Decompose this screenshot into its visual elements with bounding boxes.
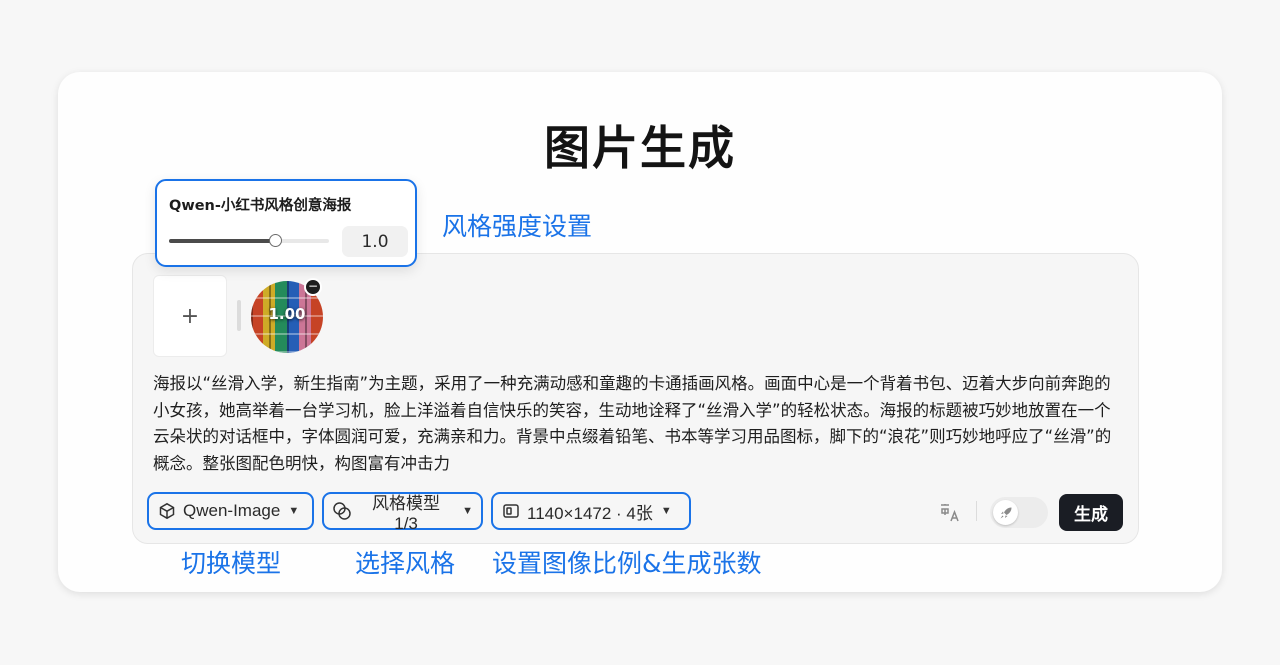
slider-handle[interactable]: [268, 234, 282, 247]
remove-image-button[interactable]: −: [304, 278, 322, 296]
overlap-circles-icon: [332, 501, 352, 521]
aspect-ratio-icon: [501, 501, 521, 521]
annotation-size: 设置图像比例&生成张数: [492, 549, 762, 578]
page-title: 图片生成: [544, 121, 736, 175]
slider-fill: [169, 239, 275, 243]
style-strength-popover: Qwen-小红书风格创意海报 1.0: [155, 179, 417, 267]
prompt-textarea[interactable]: 海报以“丝滑入学，新生指南”为主题，采用了一种充满动感和童趣的卡通插画风格。画面…: [153, 371, 1113, 477]
style-selector-label: 风格模型 1/3: [372, 493, 441, 533]
style-strength-slider[interactable]: [169, 234, 329, 247]
cube-icon: [157, 501, 177, 521]
annotation-strength: 风格强度设置: [442, 212, 593, 241]
translate-icon[interactable]: [938, 501, 962, 525]
thumbnail-strength-label: 1.00: [268, 305, 306, 323]
model-selector-button[interactable]: Qwen-Image ▼: [147, 492, 314, 530]
boost-toggle[interactable]: [990, 497, 1048, 528]
add-image-button[interactable]: +: [153, 275, 227, 357]
toolbar-separator: [976, 501, 977, 521]
chevron-down-icon: ▼: [660, 505, 672, 517]
chevron-down-icon: ▼: [462, 505, 473, 517]
size-selector-button[interactable]: 1140×1472 · 4张 ▼: [491, 492, 691, 530]
divider: [237, 300, 241, 331]
annotation-style: 选择风格: [355, 549, 456, 578]
size-selector-label: 1140×1472 · 4张: [527, 503, 653, 523]
chevron-down-icon: ▼: [288, 505, 300, 517]
rocket-icon: [993, 500, 1018, 525]
annotation-model: 切换模型: [181, 549, 282, 578]
generate-button[interactable]: 生成: [1059, 494, 1123, 531]
style-selector-button[interactable]: 风格模型 1/3 ▼: [322, 492, 483, 533]
style-strength-value[interactable]: 1.0: [342, 226, 408, 257]
style-model-name: Qwen-小红书风格创意海报: [169, 198, 352, 214]
plus-icon: +: [180, 303, 200, 329]
model-selector-label: Qwen-Image: [183, 501, 281, 520]
